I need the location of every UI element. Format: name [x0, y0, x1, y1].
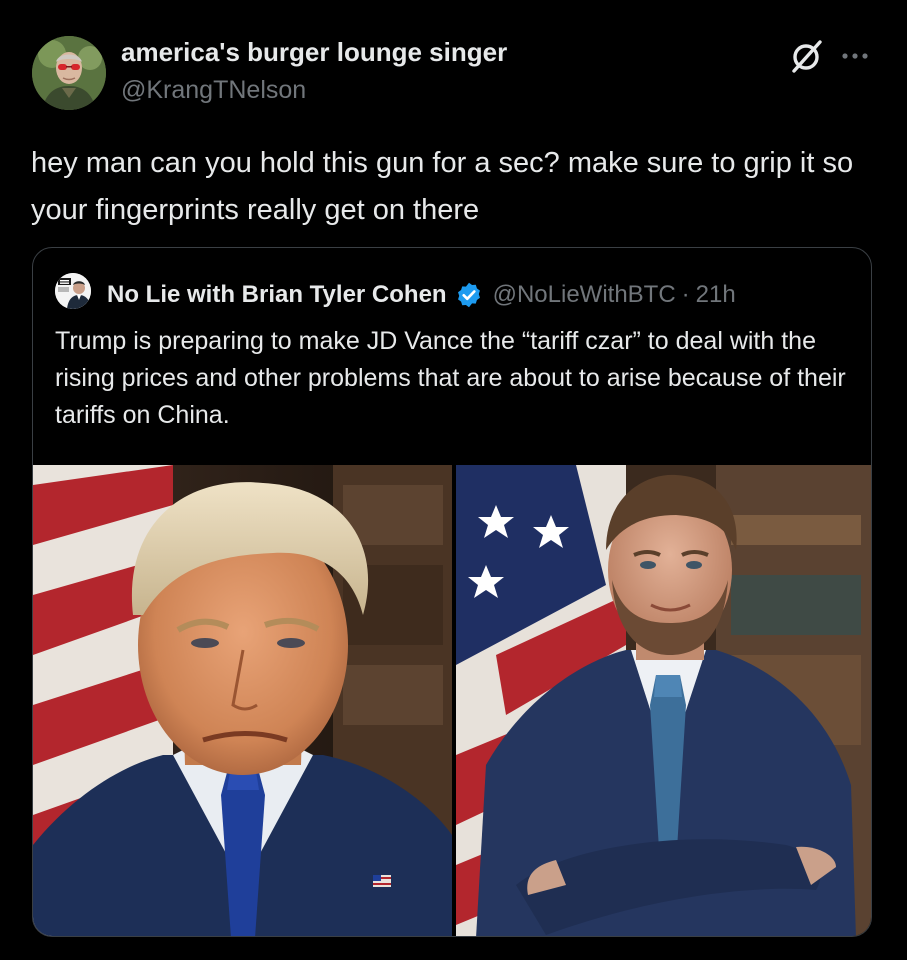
quoted-post-header: No Lie with Brian Tyler Cohen @NoLieWith…: [107, 278, 736, 312]
author-avatar[interactable]: [32, 36, 106, 110]
post-text: hey man can you hold this gun for a sec?…: [31, 147, 854, 226]
author-handle[interactable]: @KrangTNelson: [121, 76, 306, 105]
author-display-name[interactable]: america's burger lounge singer: [121, 37, 507, 68]
quoted-photo-right[interactable]: [456, 465, 871, 936]
quoted-author-name[interactable]: No Lie with Brian Tyler Cohen: [107, 281, 447, 309]
quoted-author-avatar[interactable]: [55, 273, 91, 309]
quoted-photo-left[interactable]: [33, 465, 452, 936]
quoted-post[interactable]: No Lie with Brian Tyler Cohen @NoLieWith…: [32, 247, 872, 937]
quoted-author-handle[interactable]: @NoLieWithBTC: [493, 281, 676, 309]
channel-avatar-icon: [55, 273, 91, 309]
post: america's burger lounge singer @KrangTNe…: [0, 0, 907, 960]
grok-icon[interactable]: [790, 38, 824, 74]
verified-badge-icon: [455, 281, 483, 309]
more-options-icon[interactable]: [837, 44, 873, 68]
header-separator: ·: [681, 281, 690, 308]
quoted-post-text: Trump is preparing to make JD Vance the …: [55, 327, 846, 429]
user-avatar-icon: [32, 36, 106, 110]
quoted-post-timestamp[interactable]: 21h: [696, 281, 736, 309]
